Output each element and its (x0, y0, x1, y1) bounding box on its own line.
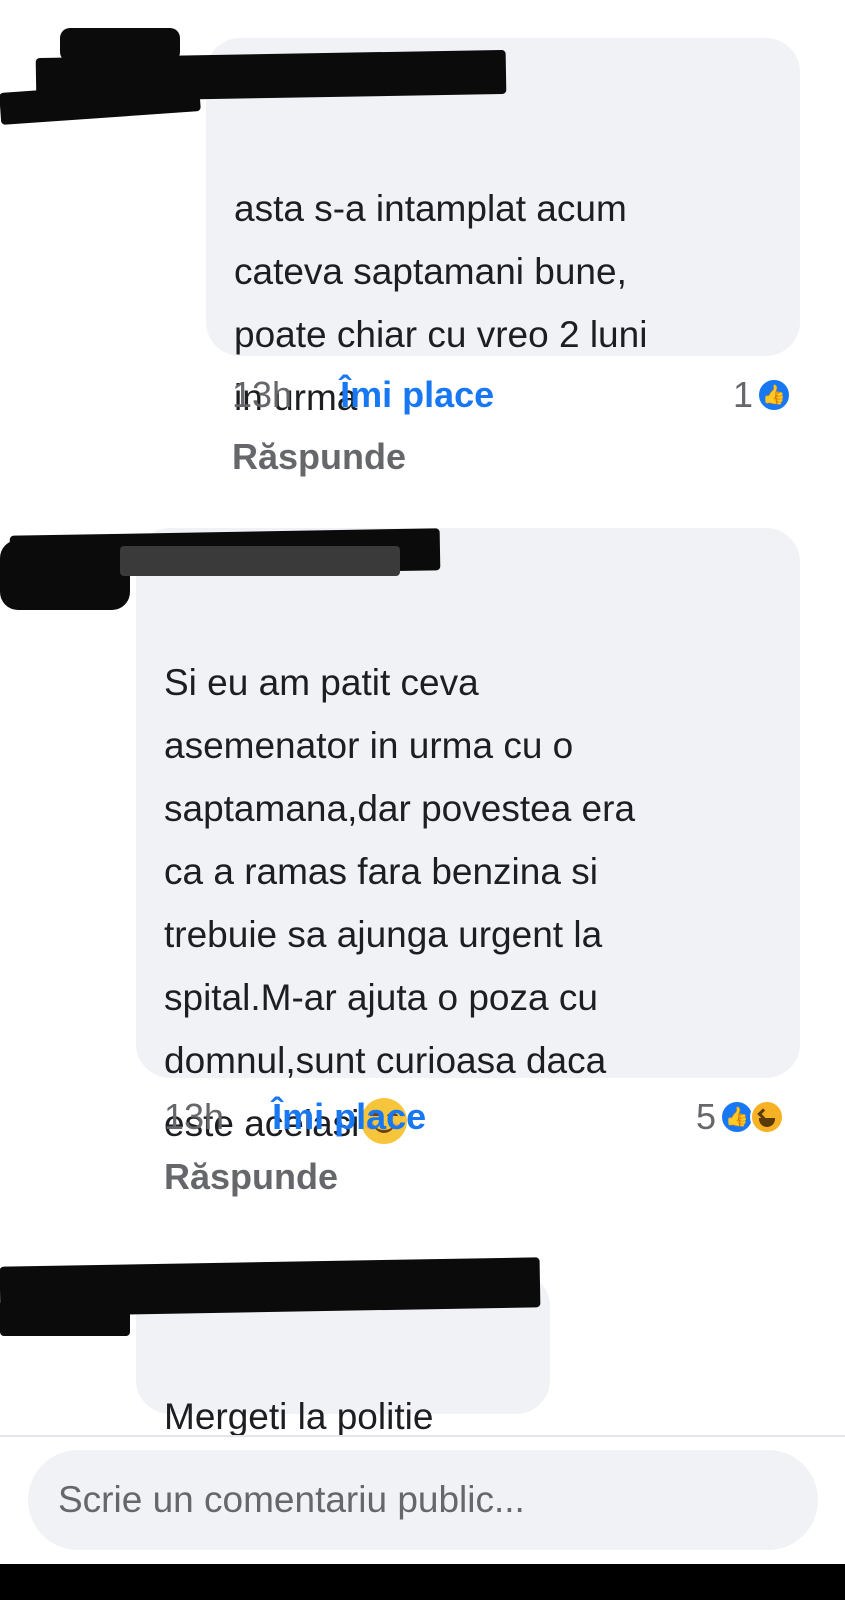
comment-text: Mergeti la politie (164, 1396, 434, 1437)
comment-composer[interactable] (28, 1450, 818, 1550)
reply-button[interactable]: Răspunde (232, 436, 406, 478)
system-nav-bar (0, 1564, 845, 1600)
reply-button[interactable]: Răspunde (164, 1156, 338, 1198)
comment-meta: 13h Îmi place (232, 374, 494, 416)
comment-meta: 13h Îmi place (164, 1096, 426, 1138)
reaction-count: 1 (733, 374, 754, 415)
reaction-count: 5 (696, 1096, 717, 1137)
like-icon: 👍 (757, 378, 792, 412)
redacted-author (120, 546, 400, 576)
reaction-summary[interactable]: 1 👍 (733, 374, 792, 416)
redacted-author (0, 1300, 130, 1336)
like-button[interactable]: Îmi place (272, 1096, 426, 1138)
comment-timestamp: 13h (232, 374, 293, 415)
comment-text: Si eu am patit ceva asemenator in urma c… (164, 662, 636, 1144)
comment-timestamp: 13h (164, 1096, 225, 1137)
redacted-author (60, 28, 180, 62)
comment-input[interactable] (58, 1479, 818, 1521)
comments-screen: asta s-a intamplat acum cateva saptamani… (0, 0, 845, 1600)
haha-icon (750, 1100, 785, 1134)
like-button[interactable]: Îmi place (340, 374, 494, 416)
composer-divider (0, 1435, 845, 1437)
like-icon: 👍 (720, 1100, 755, 1134)
reaction-summary[interactable]: 5 👍 (696, 1096, 785, 1138)
comment-bubble[interactable]: Si eu am patit ceva asemenator in urma c… (136, 528, 800, 1144)
